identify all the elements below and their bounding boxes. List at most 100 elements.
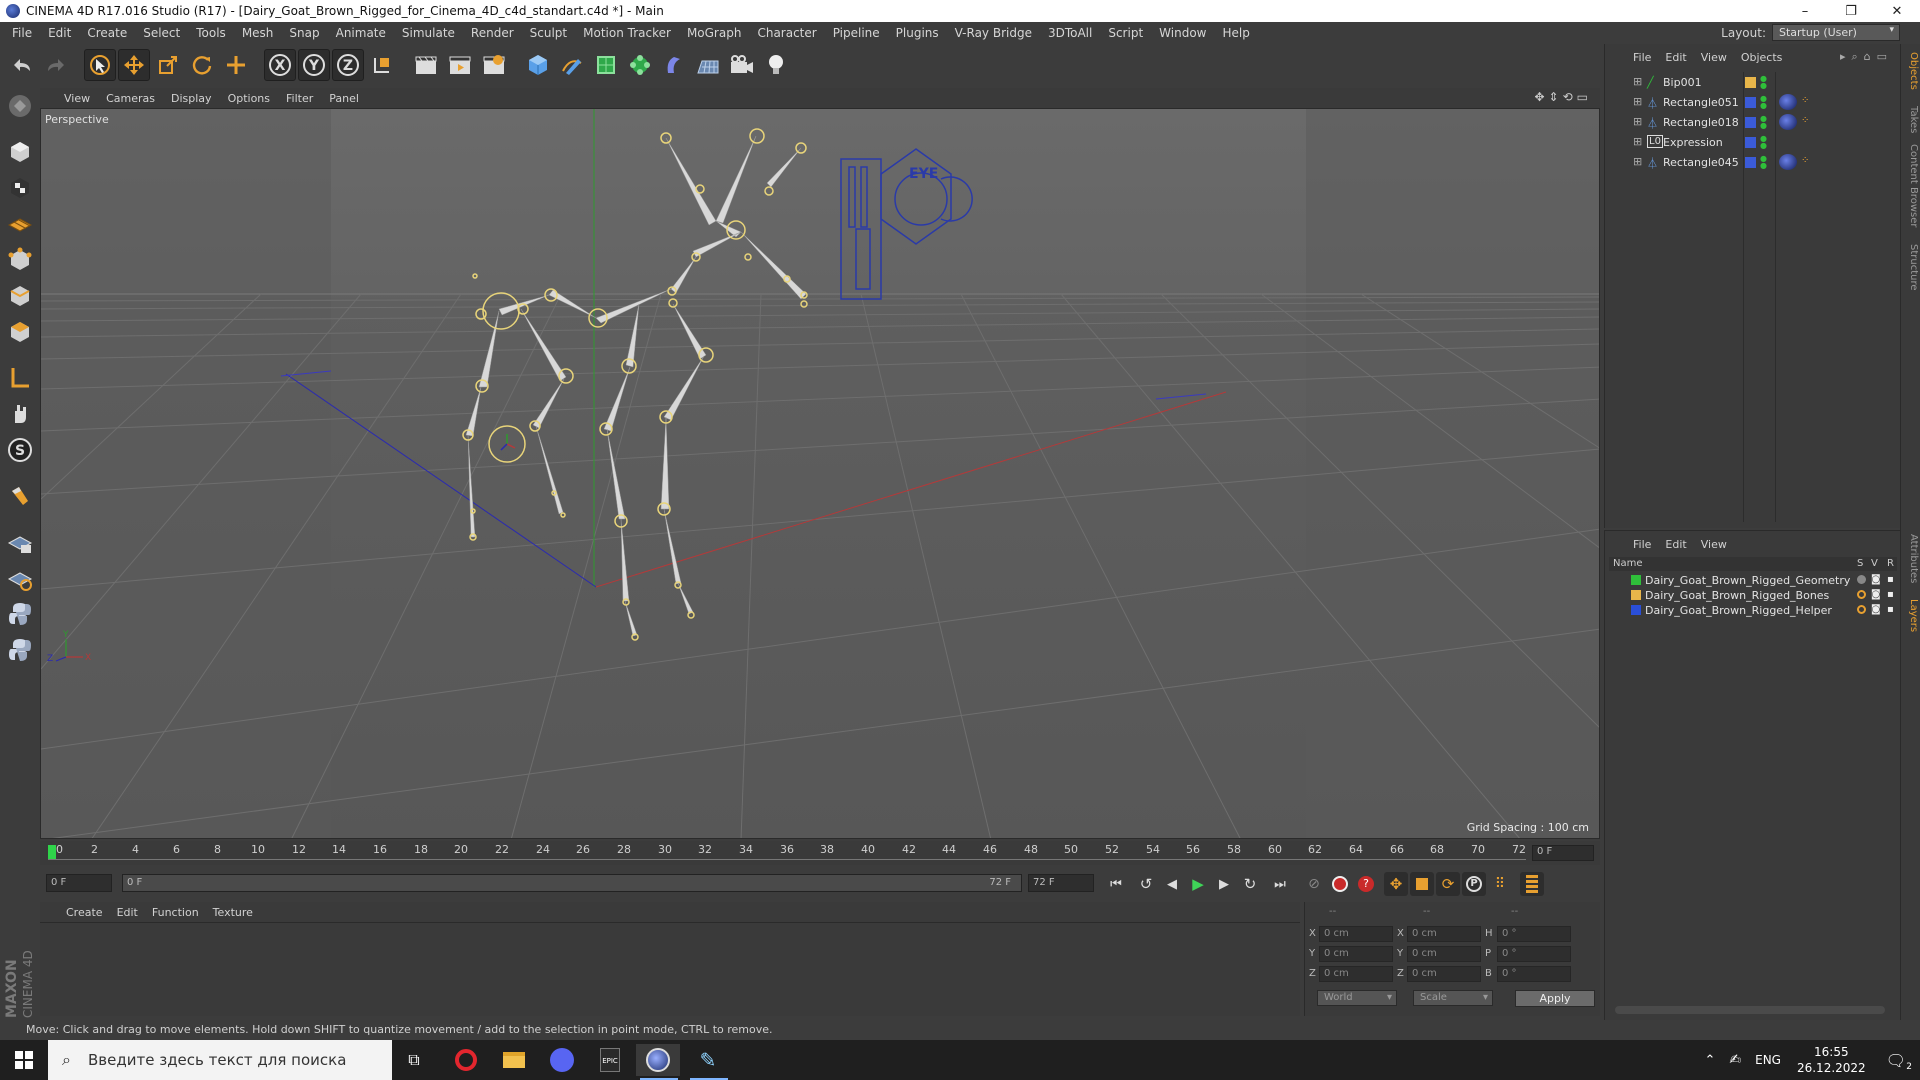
- size-x-field[interactable]: 0 cm: [1407, 926, 1481, 942]
- tab-objects[interactable]: Objects: [1903, 52, 1919, 90]
- menu-edit[interactable]: Edit: [40, 26, 79, 40]
- render-settings-button[interactable]: [478, 49, 510, 81]
- menu-pipeline[interactable]: Pipeline: [825, 26, 888, 40]
- key-pla-button[interactable]: ⠿: [1488, 872, 1512, 896]
- menu-mesh[interactable]: Mesh: [234, 26, 282, 40]
- menu-simulate[interactable]: Simulate: [394, 26, 463, 40]
- workplane-mode-button[interactable]: [4, 208, 36, 240]
- points-mode-button[interactable]: [4, 244, 36, 276]
- menu-motion-tracker[interactable]: Motion Tracker: [575, 26, 679, 40]
- column-name[interactable]: Name: [1613, 558, 1643, 569]
- snap-button[interactable]: S: [4, 434, 36, 466]
- render-to-picture-viewer-button[interactable]: [444, 49, 476, 81]
- pen-tray-icon[interactable]: ✍: [1729, 1052, 1741, 1068]
- viewport-menu-cameras[interactable]: Cameras: [106, 92, 155, 105]
- key-rotation-button[interactable]: ⟳: [1436, 872, 1460, 896]
- chevron-up-icon[interactable]: ⌃: [1704, 1053, 1715, 1068]
- recent-tools-button[interactable]: [220, 49, 252, 81]
- visibility-dots-icon[interactable]: ● ●: [1760, 95, 1767, 110]
- python-script-button-2[interactable]: [4, 634, 36, 666]
- go-to-end-button[interactable]: ⏭: [1268, 872, 1292, 896]
- magnet-button[interactable]: [4, 480, 36, 512]
- z-axis-lock-button[interactable]: Z: [332, 49, 364, 81]
- timeline-ruler[interactable]: 0 2 4 6 8 10 12 14 16 18 20 22 24 26 28 …: [40, 841, 1600, 865]
- texture-mode-button[interactable]: [4, 172, 36, 204]
- material-menu-create[interactable]: Create: [66, 906, 103, 919]
- make-editable-button[interactable]: [4, 90, 36, 122]
- start-frame-field[interactable]: 0 F: [46, 874, 112, 892]
- file-explorer-taskbar-button[interactable]: [492, 1044, 536, 1076]
- live-selection-button[interactable]: [84, 49, 116, 81]
- axis-mode-button[interactable]: [4, 362, 36, 394]
- om-menu-file[interactable]: File: [1633, 51, 1651, 64]
- x-axis-lock-button[interactable]: X: [264, 49, 296, 81]
- tab-content-browser[interactable]: Content Browser: [1903, 144, 1919, 227]
- tag-dots-icon[interactable]: ⁘: [1801, 155, 1809, 166]
- paint-taskbar-button[interactable]: ✎: [686, 1044, 730, 1076]
- om-menu-view[interactable]: View: [1701, 51, 1727, 64]
- expand-plus-icon[interactable]: ⊞: [1633, 155, 1642, 168]
- menu-animate[interactable]: Animate: [328, 26, 394, 40]
- menu-snap[interactable]: Snap: [281, 26, 327, 40]
- object-row-expression[interactable]: ⊞ L0 Expression ● ●: [1605, 134, 1901, 152]
- deformer-button[interactable]: [658, 49, 690, 81]
- record-disabled-button[interactable]: ⊘: [1302, 872, 1326, 896]
- light-button[interactable]: [760, 49, 792, 81]
- layer-row-geometry[interactable]: Dairy_Goat_Brown_Rigged_Geometry ◙ ▪: [1609, 573, 1897, 588]
- om-menu-edit[interactable]: Edit: [1665, 51, 1686, 64]
- floor-button[interactable]: [692, 49, 724, 81]
- lm-menu-file[interactable]: File: [1633, 538, 1651, 551]
- menu-help[interactable]: Help: [1214, 26, 1257, 40]
- rotate-tool-button[interactable]: [186, 49, 218, 81]
- size-y-field[interactable]: 0 cm: [1407, 946, 1481, 962]
- viewport-menu-view[interactable]: View: [64, 92, 90, 105]
- tab-attributes[interactable]: Attributes: [1903, 534, 1919, 583]
- end-frame-field[interactable]: 72 F: [1028, 874, 1094, 892]
- layer-color-swatch[interactable]: [1631, 590, 1641, 600]
- tweak-mode-button[interactable]: [4, 398, 36, 430]
- close-button[interactable]: ✕: [1874, 0, 1920, 22]
- viewport-menu-display[interactable]: Display: [171, 92, 212, 105]
- solo-toggle[interactable]: [1857, 575, 1866, 584]
- subdivision-surface-button[interactable]: [590, 49, 622, 81]
- spline-pen-button[interactable]: [556, 49, 588, 81]
- layer-color-swatch[interactable]: [1745, 117, 1756, 128]
- material-tag-icon[interactable]: [1779, 94, 1797, 110]
- eye-icon[interactable]: ◙: [1871, 604, 1881, 615]
- polygons-mode-button[interactable]: [4, 316, 36, 348]
- layer-color-swatch[interactable]: [1631, 605, 1641, 615]
- start-button[interactable]: [2, 1044, 46, 1076]
- tab-takes[interactable]: Takes: [1903, 106, 1919, 133]
- column-solo[interactable]: S: [1857, 558, 1863, 569]
- render-icon[interactable]: ▪: [1887, 574, 1894, 585]
- maximize-button[interactable]: ❐: [1828, 0, 1874, 22]
- eye-icon[interactable]: ◙: [1871, 574, 1881, 585]
- expand-plus-icon[interactable]: ⊞: [1633, 135, 1642, 148]
- viewport-menu-options[interactable]: Options: [228, 92, 270, 105]
- menu-plugins[interactable]: Plugins: [888, 26, 947, 40]
- key-scale-button[interactable]: [1410, 872, 1434, 896]
- horizontal-scrollbar[interactable]: [1615, 1006, 1885, 1014]
- material-manager-area[interactable]: [40, 922, 1300, 1016]
- language-indicator[interactable]: ENG: [1755, 1053, 1781, 1067]
- taskbar-search-box[interactable]: ⌕ Введите здесь текст для поиска: [48, 1040, 392, 1080]
- timeline-playhead[interactable]: [48, 845, 56, 859]
- menu-character[interactable]: Character: [749, 26, 824, 40]
- layer-color-swatch[interactable]: [1631, 575, 1641, 585]
- menu-vray-bridge[interactable]: V-Ray Bridge: [947, 26, 1040, 40]
- key-position-button[interactable]: ✥: [1384, 872, 1408, 896]
- cube-primitive-button[interactable]: [522, 49, 554, 81]
- size-z-field[interactable]: 0 cm: [1407, 966, 1481, 982]
- tag-dots-icon[interactable]: ⁘: [1801, 95, 1809, 106]
- solo-toggle[interactable]: [1857, 590, 1866, 599]
- cinema4d-taskbar-button[interactable]: [636, 1044, 680, 1076]
- rot-p-field[interactable]: 0 °: [1497, 946, 1571, 962]
- perspective-viewport[interactable]: EYE Y X Z Perspective Grid Spacing: 100…: [40, 108, 1600, 839]
- expand-plus-icon[interactable]: ⊞: [1633, 115, 1642, 128]
- menu-select[interactable]: Select: [135, 26, 188, 40]
- material-tag-icon[interactable]: [1779, 154, 1797, 170]
- key-parameter-button[interactable]: P: [1462, 872, 1486, 896]
- play-button[interactable]: ▶: [1186, 872, 1210, 896]
- column-render[interactable]: R: [1887, 558, 1894, 569]
- apply-button[interactable]: Apply: [1515, 990, 1595, 1007]
